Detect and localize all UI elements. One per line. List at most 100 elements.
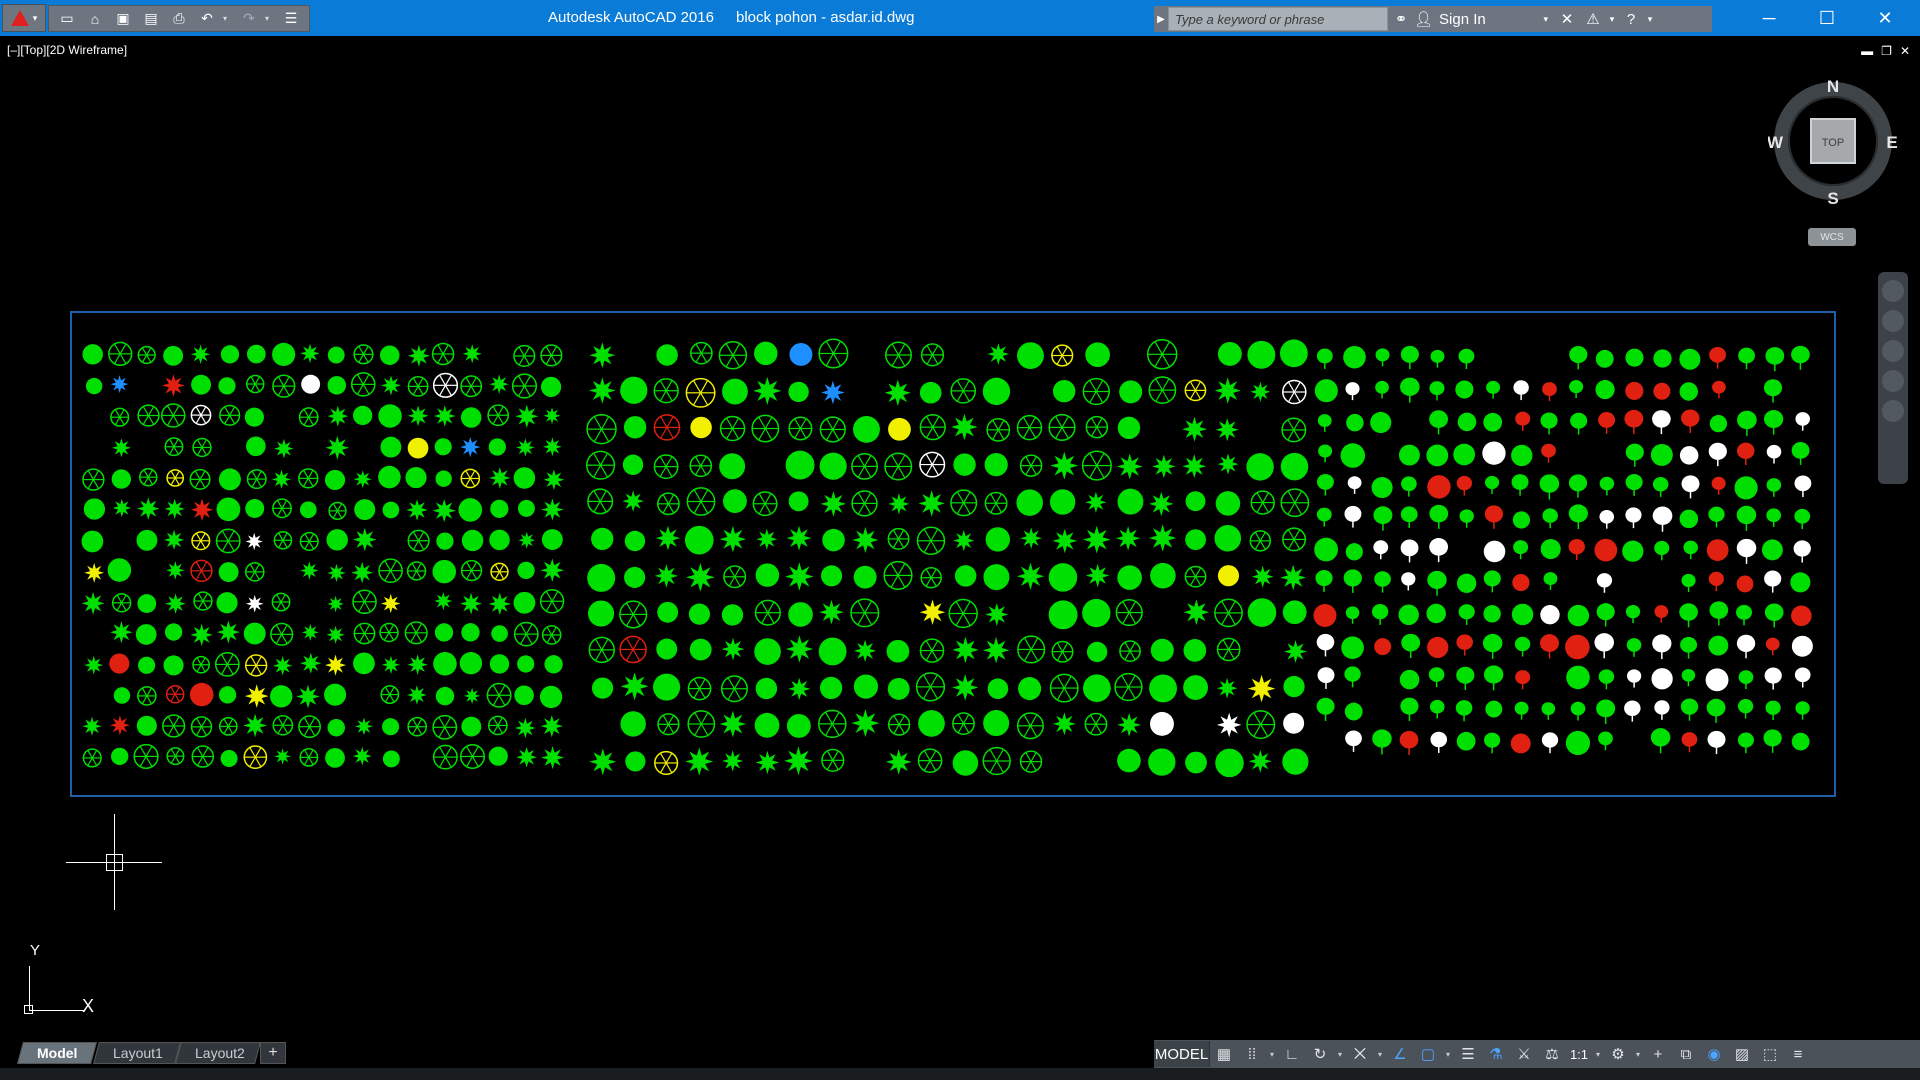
snap-icon[interactable]: ⁞⁞ — [1238, 1041, 1266, 1067]
tree-symbol[interactable] — [1483, 570, 1501, 593]
tree-symbol[interactable] — [1119, 640, 1141, 662]
tree-symbol[interactable] — [191, 745, 215, 768]
tree-symbol[interactable] — [1280, 452, 1309, 481]
tree-symbol[interactable] — [324, 683, 347, 706]
tree-symbol[interactable] — [656, 344, 678, 366]
tree-symbol[interactable] — [1400, 377, 1420, 403]
tree-symbol[interactable] — [491, 625, 508, 642]
tree-symbol[interactable] — [245, 374, 265, 394]
tree-symbol[interactable] — [1115, 526, 1141, 551]
tree-symbol[interactable] — [754, 638, 781, 665]
tree-symbol[interactable] — [1429, 410, 1449, 435]
tree-symbol[interactable] — [543, 407, 561, 425]
tree-symbol[interactable] — [755, 677, 778, 700]
tree-symbol[interactable] — [112, 438, 131, 458]
ortho-icon[interactable]: ∟ — [1278, 1041, 1306, 1067]
tree-symbol[interactable] — [220, 750, 238, 768]
tree-symbol[interactable] — [786, 525, 812, 551]
auto-scale-icon[interactable]: ⚔ — [1510, 1041, 1538, 1067]
close-button[interactable]: ✕ — [1856, 0, 1914, 36]
tree-symbol[interactable] — [1019, 750, 1043, 773]
tree-symbol[interactable] — [190, 559, 213, 583]
tree-symbol[interactable] — [1373, 506, 1393, 531]
tree-symbol[interactable] — [1343, 345, 1366, 369]
tree-symbol[interactable] — [274, 748, 291, 765]
tree-symbol[interactable] — [982, 636, 1010, 664]
tree-symbol[interactable] — [686, 487, 716, 516]
tree-symbol[interactable] — [1738, 347, 1755, 370]
tree-symbol[interactable] — [1683, 540, 1698, 560]
tree-symbol[interactable] — [948, 598, 978, 629]
tree-symbol[interactable] — [189, 468, 211, 490]
tree-symbol[interactable] — [1652, 506, 1673, 532]
tree-symbol[interactable] — [1791, 635, 1813, 657]
tree-symbol[interactable] — [1185, 751, 1207, 774]
tree-symbol[interactable] — [1052, 379, 1076, 403]
tree-symbol[interactable] — [1736, 538, 1757, 564]
tree-symbol[interactable] — [191, 374, 212, 395]
tree-symbol[interactable] — [350, 372, 376, 397]
tree-symbol[interactable] — [1737, 698, 1754, 719]
tree-symbol[interactable] — [1217, 341, 1242, 366]
tree-symbol[interactable] — [1709, 414, 1728, 433]
tree-symbol[interactable] — [1019, 454, 1043, 477]
tree-symbol[interactable] — [622, 490, 644, 512]
tree-symbol[interactable] — [380, 436, 402, 458]
tree-symbol[interactable] — [137, 497, 160, 520]
tree-symbol[interactable] — [166, 561, 185, 580]
tree-symbol[interactable] — [1343, 569, 1362, 593]
tree-symbol[interactable] — [1316, 697, 1335, 721]
tree-symbol[interactable] — [1182, 416, 1207, 442]
tree-symbol[interactable] — [1458, 604, 1475, 625]
tree-symbol[interactable] — [325, 654, 346, 676]
tree-symbol[interactable] — [657, 713, 680, 736]
minimize-viewport-icon[interactable]: ▬ — [1861, 44, 1873, 58]
maximize-button[interactable]: ☐ — [1798, 0, 1856, 36]
viewport-controls-label[interactable]: [–][Top][2D Wireframe] — [7, 43, 127, 57]
tree-symbol[interactable] — [1400, 539, 1419, 563]
tree-symbol[interactable] — [619, 635, 647, 664]
tree-symbol[interactable] — [166, 469, 185, 487]
annotation-scale-value[interactable]: 1:1 — [1566, 1047, 1592, 1062]
tree-symbol[interactable] — [851, 490, 878, 517]
workspace-gear-icon[interactable]: ⚙ — [1604, 1041, 1632, 1067]
tree-symbol[interactable] — [1247, 674, 1276, 703]
tree-symbol[interactable] — [1401, 572, 1416, 591]
tree-symbol[interactable] — [1624, 700, 1641, 722]
tree-symbol[interactable] — [822, 528, 845, 552]
annotation-scale-icon[interactable]: ⚖ — [1538, 1041, 1566, 1067]
tree-symbol[interactable] — [489, 654, 510, 674]
tree-symbol[interactable] — [353, 622, 376, 645]
tree-symbol[interactable] — [952, 674, 979, 701]
tree-symbol[interactable] — [190, 344, 211, 365]
tree-symbol[interactable] — [1246, 710, 1276, 740]
tree-symbol[interactable] — [1542, 382, 1557, 402]
tree-symbol[interactable] — [722, 750, 744, 772]
tree-symbol[interactable] — [719, 710, 747, 738]
tree-symbol[interactable] — [1081, 450, 1112, 481]
annotation-visibility-icon[interactable]: ⚗ — [1482, 1041, 1510, 1067]
tree-symbol[interactable] — [1570, 701, 1586, 721]
tree-symbol[interactable] — [243, 745, 268, 770]
object-snap-tracking-icon[interactable]: ∠ — [1386, 1041, 1414, 1067]
pan-icon[interactable] — [1882, 310, 1904, 332]
redo-icon[interactable]: ↷ — [237, 8, 261, 30]
tree-symbol[interactable] — [162, 374, 185, 397]
tree-symbol[interactable] — [1316, 348, 1333, 369]
tree-symbol[interactable] — [243, 713, 267, 738]
tree-symbol[interactable] — [1568, 474, 1588, 498]
tree-symbol[interactable] — [1216, 677, 1238, 699]
tree-symbol[interactable] — [785, 450, 815, 480]
tree-symbol[interactable] — [352, 746, 372, 766]
lineweight-icon[interactable]: ☰ — [1454, 1041, 1482, 1067]
tree-symbol[interactable] — [656, 638, 678, 660]
tree-symbol[interactable] — [719, 525, 747, 553]
tree-symbol[interactable] — [1459, 509, 1474, 528]
tree-symbol[interactable] — [272, 498, 292, 519]
tree-symbol[interactable] — [1626, 669, 1642, 688]
tree-symbol[interactable] — [133, 743, 159, 770]
tree-symbol[interactable] — [821, 748, 845, 772]
tree-symbol[interactable] — [653, 454, 679, 480]
zoom-icon[interactable] — [1882, 340, 1904, 362]
tree-symbol[interactable] — [1764, 667, 1782, 690]
